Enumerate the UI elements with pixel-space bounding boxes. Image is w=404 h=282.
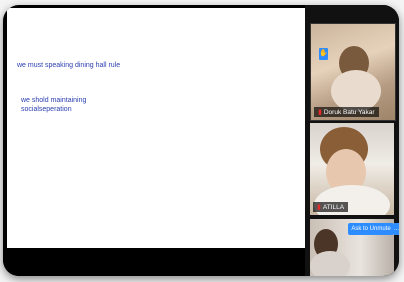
hand-icon[interactable]: ✋ [319,48,328,60]
mic-muted-icon: ▮ [318,109,322,116]
zoom-window: we must speaking dining hall rule we sho… [3,5,399,276]
participant-tile-1[interactable]: ✋ ▮ Doruk Batu Yakar [310,23,396,121]
ask-to-unmute-button[interactable]: Ask to Unmute [348,223,394,235]
shared-text-line-2: we shold maintaining socialseperation [21,97,87,113]
mic-muted-icon: ▮ [317,204,321,211]
shared-text-line-1: we must speaking dining hall rule [17,62,121,69]
participant-video-body [331,70,381,112]
shared-screen: we must speaking dining hall rule we sho… [7,8,305,248]
participant-gallery: ✋ ▮ Doruk Batu Yakar ▮ ATILLA Ask to Unm… [305,5,399,276]
participant-name: Doruk Batu Yakar [323,108,375,116]
participant-name: ATILLA [322,203,345,211]
participant-tile-2[interactable]: ▮ ATILLA [310,123,394,215]
bottom-black-bar [3,248,305,276]
participant-video-body [310,251,350,276]
more-options-button[interactable]: ... [394,223,399,235]
participant-name-tag: ▮ ATILLA [313,202,349,212]
participant-name-tag: ▮ Doruk Batu Yakar [314,107,379,117]
